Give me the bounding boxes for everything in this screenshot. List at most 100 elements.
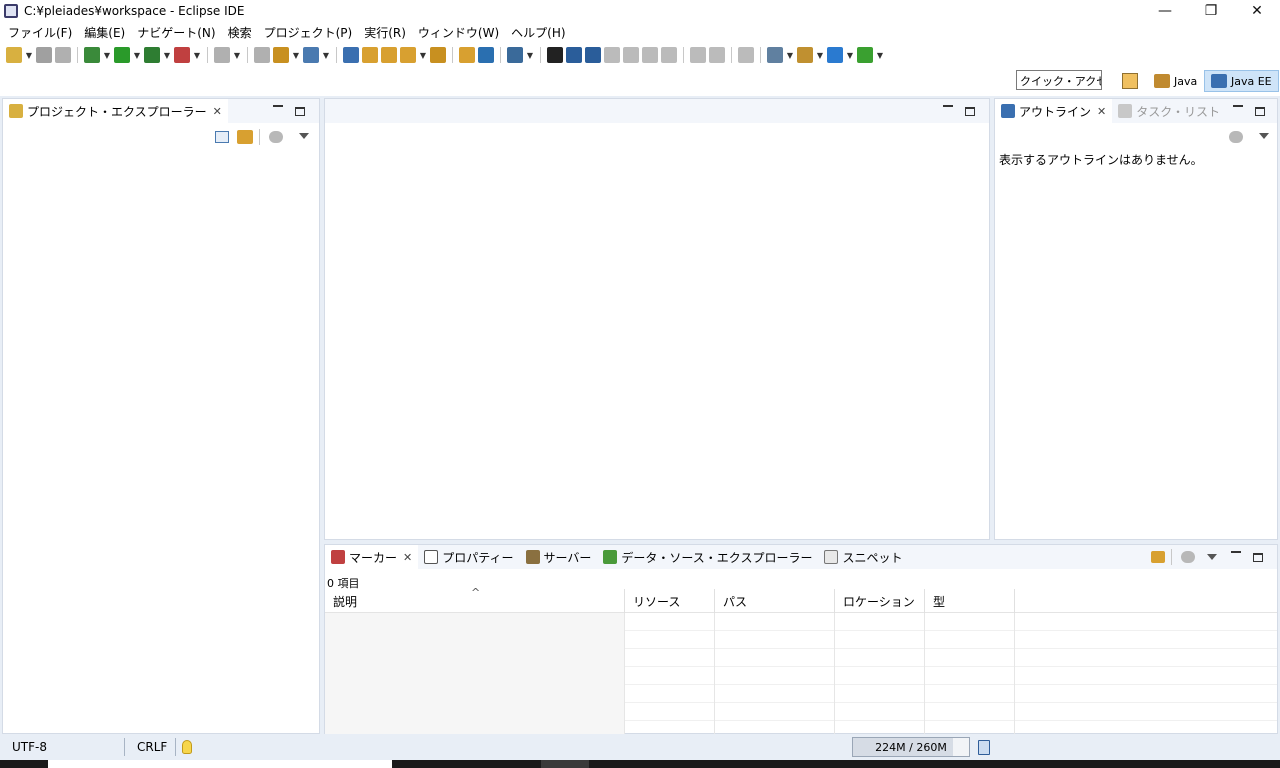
toolbar-icon[interactable] <box>623 47 639 63</box>
minimize-button[interactable]: — <box>1142 0 1188 22</box>
dropdown-arrow-icon[interactable]: ▼ <box>25 51 33 60</box>
maximize-icon[interactable] <box>965 107 975 116</box>
toolbar-icon[interactable] <box>254 47 270 63</box>
dropdown-arrow-icon[interactable]: ▼ <box>816 51 824 60</box>
toolbar-icon[interactable] <box>547 47 563 63</box>
tab-project-explorer[interactable]: プロジェクト・エクスプローラー ✕ <box>3 99 228 123</box>
toolbar-icon[interactable] <box>55 47 71 63</box>
link-with-editor-icon[interactable] <box>237 130 253 144</box>
toolbar-icon[interactable] <box>84 47 100 63</box>
column-path[interactable]: パス <box>715 589 835 613</box>
minimize-icon[interactable] <box>1233 105 1243 107</box>
maximize-icon[interactable] <box>1255 107 1265 116</box>
toolbar-icon[interactable] <box>478 47 494 63</box>
tab-data-source-explorer[interactable]: データ・ソース・エクスプローラー <box>597 545 818 569</box>
view-menu-icon[interactable] <box>299 133 309 139</box>
toolbar-icon[interactable] <box>797 47 813 63</box>
dropdown-arrow-icon[interactable]: ▼ <box>233 51 241 60</box>
perspective-java-button[interactable]: Java <box>1150 71 1201 91</box>
column-description[interactable]: ^ 説明 <box>325 586 625 613</box>
toolbar-icon[interactable] <box>827 47 843 63</box>
dropdown-arrow-icon[interactable]: ▼ <box>526 51 534 60</box>
close-button[interactable]: ✕ <box>1234 0 1280 22</box>
quick-access-input[interactable]: クイック・アクセス <box>1016 70 1102 90</box>
toolbar-icon[interactable] <box>214 47 230 63</box>
toolbar-icon[interactable] <box>585 47 601 63</box>
menu-project[interactable]: プロジェクト(P) <box>258 24 359 41</box>
menu-window[interactable]: ウィンドウ(W) <box>412 24 505 41</box>
tab-outline[interactable]: アウトライン ✕ <box>995 99 1113 123</box>
menu-search[interactable]: 検索 <box>222 24 258 41</box>
tab-markers[interactable]: マーカー ✕ <box>325 545 419 569</box>
toolbar-icon[interactable] <box>273 47 289 63</box>
dropdown-arrow-icon[interactable]: ▼ <box>103 51 111 60</box>
dropdown-arrow-icon[interactable]: ▼ <box>163 51 171 60</box>
filter-icon[interactable] <box>1229 131 1243 143</box>
toolbar-icon[interactable] <box>303 47 319 63</box>
collapse-all-icon[interactable] <box>215 131 229 143</box>
dropdown-arrow-icon[interactable]: ▼ <box>876 51 884 60</box>
tab-snippets[interactable]: スニペット <box>818 545 908 569</box>
toolbar-icon[interactable] <box>857 47 873 63</box>
view-menu-icon[interactable] <box>1259 133 1269 139</box>
perspective-javaee-button[interactable]: Java EE <box>1204 70 1279 92</box>
toolbar-icon[interactable] <box>114 47 130 63</box>
toolbar-icon[interactable] <box>430 47 446 63</box>
filter-icon[interactable] <box>269 131 283 143</box>
toolbar-icon[interactable] <box>362 47 378 63</box>
toolbar-icon[interactable] <box>738 47 754 63</box>
maximize-icon[interactable] <box>1253 553 1263 562</box>
close-icon[interactable]: ✕ <box>213 105 222 118</box>
minimize-icon[interactable] <box>943 105 953 107</box>
dropdown-arrow-icon[interactable]: ▼ <box>193 51 201 60</box>
toolbar-icon[interactable] <box>343 47 359 63</box>
dropdown-arrow-icon[interactable]: ▼ <box>419 51 427 60</box>
menu-run[interactable]: 実行(R) <box>358 24 412 41</box>
status-line-ending[interactable]: CRLF <box>125 740 175 754</box>
view-menu-icon[interactable] <box>1207 554 1217 560</box>
garbage-collect-icon[interactable] <box>978 740 990 755</box>
menu-help[interactable]: ヘルプ(H) <box>505 24 571 41</box>
close-icon[interactable]: ✕ <box>403 551 412 564</box>
toolbar-icon[interactable] <box>36 47 52 63</box>
toolbar-icon[interactable] <box>767 47 783 63</box>
heap-status[interactable]: 224M / 260M <box>852 737 970 757</box>
menu-navigate[interactable]: ナビゲート(N) <box>131 24 221 41</box>
close-icon[interactable]: ✕ <box>1097 105 1106 118</box>
toolbar-icon[interactable] <box>459 47 475 63</box>
restore-button[interactable]: ❐ <box>1188 0 1234 22</box>
column-resource[interactable]: リソース <box>625 589 715 613</box>
minimize-icon[interactable] <box>1231 551 1241 553</box>
lightbulb-icon[interactable] <box>182 740 192 754</box>
dropdown-arrow-icon[interactable]: ▼ <box>846 51 854 60</box>
tab-properties[interactable]: プロパティー <box>418 545 519 569</box>
taskbar-active-app[interactable] <box>541 760 589 768</box>
focus-on-active-icon[interactable] <box>1151 551 1165 563</box>
dropdown-arrow-icon[interactable]: ▼ <box>322 51 330 60</box>
toolbar-icon[interactable] <box>6 47 22 63</box>
toolbar-icon[interactable] <box>400 47 416 63</box>
toolbar-icon[interactable] <box>690 47 706 63</box>
toolbar-icon[interactable] <box>604 47 620 63</box>
menu-file[interactable]: ファイル(F) <box>2 24 78 41</box>
toolbar-icon[interactable] <box>661 47 677 63</box>
column-location[interactable]: ロケーション <box>835 589 925 613</box>
toolbar-icon[interactable] <box>507 47 523 63</box>
open-perspective-icon[interactable] <box>1122 73 1138 89</box>
tab-task-list[interactable]: タスク・リスト <box>1112 99 1226 123</box>
taskbar-search-box[interactable] <box>48 760 392 768</box>
filter-icon[interactable] <box>1181 551 1195 563</box>
tab-servers[interactable]: サーバー <box>520 545 598 569</box>
dropdown-arrow-icon[interactable]: ▼ <box>133 51 141 60</box>
column-type[interactable]: 型 <box>925 589 1015 613</box>
dropdown-arrow-icon[interactable]: ▼ <box>292 51 300 60</box>
toolbar-icon[interactable] <box>381 47 397 63</box>
minimize-icon[interactable] <box>273 105 283 107</box>
menu-edit[interactable]: 編集(E) <box>78 24 131 41</box>
toolbar-icon[interactable] <box>709 47 725 63</box>
maximize-icon[interactable] <box>295 107 305 116</box>
toolbar-icon[interactable] <box>642 47 658 63</box>
toolbar-icon[interactable] <box>566 47 582 63</box>
status-encoding[interactable]: UTF-8 <box>0 740 124 754</box>
dropdown-arrow-icon[interactable]: ▼ <box>786 51 794 60</box>
